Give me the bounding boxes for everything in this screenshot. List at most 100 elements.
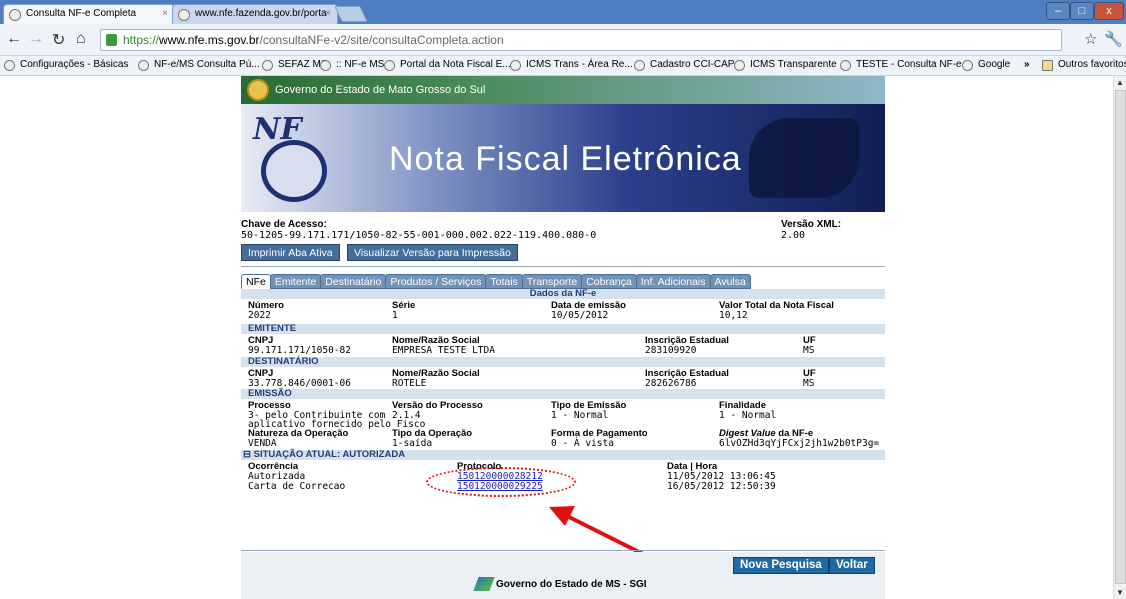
- browser-tab-consulta[interactable]: Consulta NF-e Completa ×: [3, 4, 175, 24]
- tab-totais[interactable]: Totais: [485, 274, 523, 289]
- scroll-up-icon[interactable]: ▲: [1116, 78, 1124, 87]
- nfe-tabs: NFe Emitente Destinatário Produtos / Serviç…: [241, 274, 751, 289]
- table-row-data-hora: 16/05/2012 12:50:39: [667, 481, 776, 492]
- bookmark-item[interactable]: TESTE - Consulta NF-e: [840, 59, 962, 71]
- tab-cobranca[interactable]: Cobrança: [581, 274, 637, 289]
- google-icon: [962, 60, 973, 71]
- bookmark-item[interactable]: Portal da Nota Fiscal E...: [384, 59, 511, 71]
- bookmark-item[interactable]: :: NF-e MS: [320, 59, 384, 71]
- minimize-button[interactable]: –: [1046, 2, 1070, 20]
- finalidade-value: 1 - Normal: [719, 410, 777, 421]
- globe-icon: [384, 60, 395, 71]
- emitente-cnpj-value: 99.171.171/1050-82: [248, 345, 351, 356]
- page-footer: Nova Pesquisa Voltar Governo do Estado d…: [241, 552, 885, 599]
- bookmark-item[interactable]: SEFAZ MS: [262, 59, 327, 71]
- gov-header: Governo do Estado de Mato Grosso do Sul: [241, 76, 885, 104]
- tab-avulsa[interactable]: Avulsa: [709, 274, 751, 289]
- versao-xml-value: 2.00: [781, 230, 806, 241]
- voltar-button[interactable]: Voltar: [829, 557, 875, 574]
- tab-title: Consulta NF-e Completa: [26, 8, 137, 19]
- banner-title: Nota Fiscal Eletrônica: [389, 140, 742, 178]
- tipo-operacao-value: 1-saída: [392, 438, 433, 449]
- data-emissao-value: 10/05/2012: [551, 310, 609, 321]
- gov-logo-icon: [473, 577, 495, 591]
- collapse-toggle-icon[interactable]: ⊟: [243, 449, 251, 460]
- bookmark-item[interactable]: ICMS Trans - Área Re...: [510, 59, 633, 71]
- globe-icon: [510, 60, 521, 71]
- nfe-details: Dados da NF-e Número Série Data de emiss…: [241, 288, 885, 493]
- globe-icon: [634, 60, 645, 71]
- digest-value: 6lvOZHd3qYjFCxj2jh1w2b0tP3g=: [719, 438, 880, 449]
- folder-icon: [1042, 60, 1053, 71]
- bookmark-item[interactable]: ICMS Transparente: [734, 59, 837, 71]
- serie-value: 1: [392, 310, 398, 321]
- numero-value: 2022: [248, 310, 271, 321]
- chave-label: Chave de Acesso:: [241, 219, 327, 230]
- bookmarks-more[interactable]: »: [1024, 59, 1030, 70]
- scroll-thumb[interactable]: [1115, 90, 1126, 584]
- dest-ie-value: 282626786: [645, 378, 697, 389]
- gov-title: Governo do Estado de Mato Grosso do Sul: [275, 84, 486, 96]
- hand-graphic-icon: [749, 118, 859, 198]
- nfe-banner: NF Nota Fiscal Eletrônica: [241, 104, 885, 212]
- bookmark-item[interactable]: Cadastro CCI-CAP: [634, 59, 734, 71]
- browser-tab-strip: Consulta NF-e Completa × www.nfe.fazenda…: [0, 0, 1126, 24]
- close-window-button[interactable]: x: [1094, 2, 1124, 20]
- wrench-icon[interactable]: 🔧: [1104, 30, 1123, 48]
- emitente-nome-value: EMPRESA TESTE LTDA: [392, 345, 495, 356]
- url-path: /consultaNFe-v2/site/consultaCompleta.ac…: [259, 33, 504, 47]
- close-tab-icon[interactable]: ×: [325, 8, 331, 19]
- globe-icon: [9, 9, 21, 21]
- highlight-oval-annotation: [426, 467, 576, 497]
- tab-title: www.nfe.fazenda.gov.br/porta: [195, 8, 327, 19]
- globe-icon: [178, 9, 190, 21]
- emitente-ie-value: 283109920: [645, 345, 697, 356]
- chave-value: 50-1205-99.171.171/1050-82-55-001-000.00…: [241, 230, 597, 241]
- tab-transporte[interactable]: Transporte: [521, 274, 583, 289]
- bookmark-item[interactable]: Configurações - Básicas: [4, 59, 128, 71]
- nfe-e-logo-icon: [261, 140, 327, 202]
- browser-tab-portal[interactable]: www.nfe.fazenda.gov.br/porta ×: [172, 4, 338, 24]
- state-crest-icon: [247, 79, 269, 101]
- dest-nome-value: ROTELE: [392, 378, 427, 389]
- other-bookmarks[interactable]: Outros favoritos: [1042, 59, 1126, 71]
- forward-icon[interactable]: →: [28, 30, 44, 48]
- close-tab-icon[interactable]: ×: [162, 8, 168, 19]
- bookmark-item[interactable]: Google: [962, 59, 1010, 71]
- tab-inf-adicionais[interactable]: Inf. Adicionais: [635, 274, 711, 289]
- browser-toolbar: ← → ↻ ⌂ https://www.nfe.ms.gov.br/consul…: [0, 24, 1126, 56]
- back-icon[interactable]: ←: [6, 30, 22, 48]
- wrench-icon: [4, 60, 15, 71]
- section-emitente: EMITENTE: [241, 324, 885, 334]
- table-row-ocorrencia: Carta de Correcao: [248, 481, 346, 492]
- url-host: www.nfe.ms.gov.br: [159, 33, 260, 47]
- tab-nfe[interactable]: NFe: [241, 274, 271, 289]
- star-icon[interactable]: ☆: [1084, 30, 1097, 48]
- home-icon[interactable]: ⌂: [76, 30, 86, 48]
- divider: [241, 266, 885, 267]
- page-content: Governo do Estado de Mato Grosso do Sul …: [241, 76, 885, 599]
- page-scrollbar[interactable]: ▲ ▼: [1113, 76, 1126, 599]
- tab-emitente[interactable]: Emitente: [269, 274, 322, 289]
- forma-pagamento-value: 0 - À vista: [551, 438, 614, 449]
- section-destinatario: DESTINATÁRIO: [241, 357, 885, 367]
- tab-destinatario[interactable]: Destinatário: [320, 274, 387, 289]
- print-active-tab-button[interactable]: Imprimir Aba Ativa: [241, 244, 340, 261]
- new-tab-button[interactable]: [334, 6, 368, 22]
- divider: [241, 550, 885, 551]
- footer-gov: Governo do Estado de MS - SGI: [473, 577, 647, 591]
- print-view-button[interactable]: Visualizar Versão para Impressão: [347, 244, 518, 261]
- dest-uf-value: MS: [803, 378, 815, 389]
- bookmark-item[interactable]: NF-e/MS Consulta Pú...: [138, 59, 260, 71]
- maximize-button[interactable]: □: [1070, 2, 1094, 20]
- section-emissao: EMISSÃO: [241, 389, 885, 399]
- scroll-down-icon[interactable]: ▼: [1116, 588, 1124, 597]
- nova-pesquisa-button[interactable]: Nova Pesquisa: [733, 557, 829, 574]
- url-scheme: https://: [123, 33, 160, 47]
- reload-icon[interactable]: ↻: [52, 30, 65, 50]
- valor-total-value: 10,12: [719, 310, 748, 321]
- section-dados-nfe: Dados da NF-e: [241, 289, 885, 299]
- globe-icon: [138, 60, 149, 71]
- tab-produtos[interactable]: Produtos / Serviços: [385, 274, 487, 289]
- address-bar[interactable]: https://www.nfe.ms.gov.br/consultaNFe-v2…: [100, 29, 1062, 51]
